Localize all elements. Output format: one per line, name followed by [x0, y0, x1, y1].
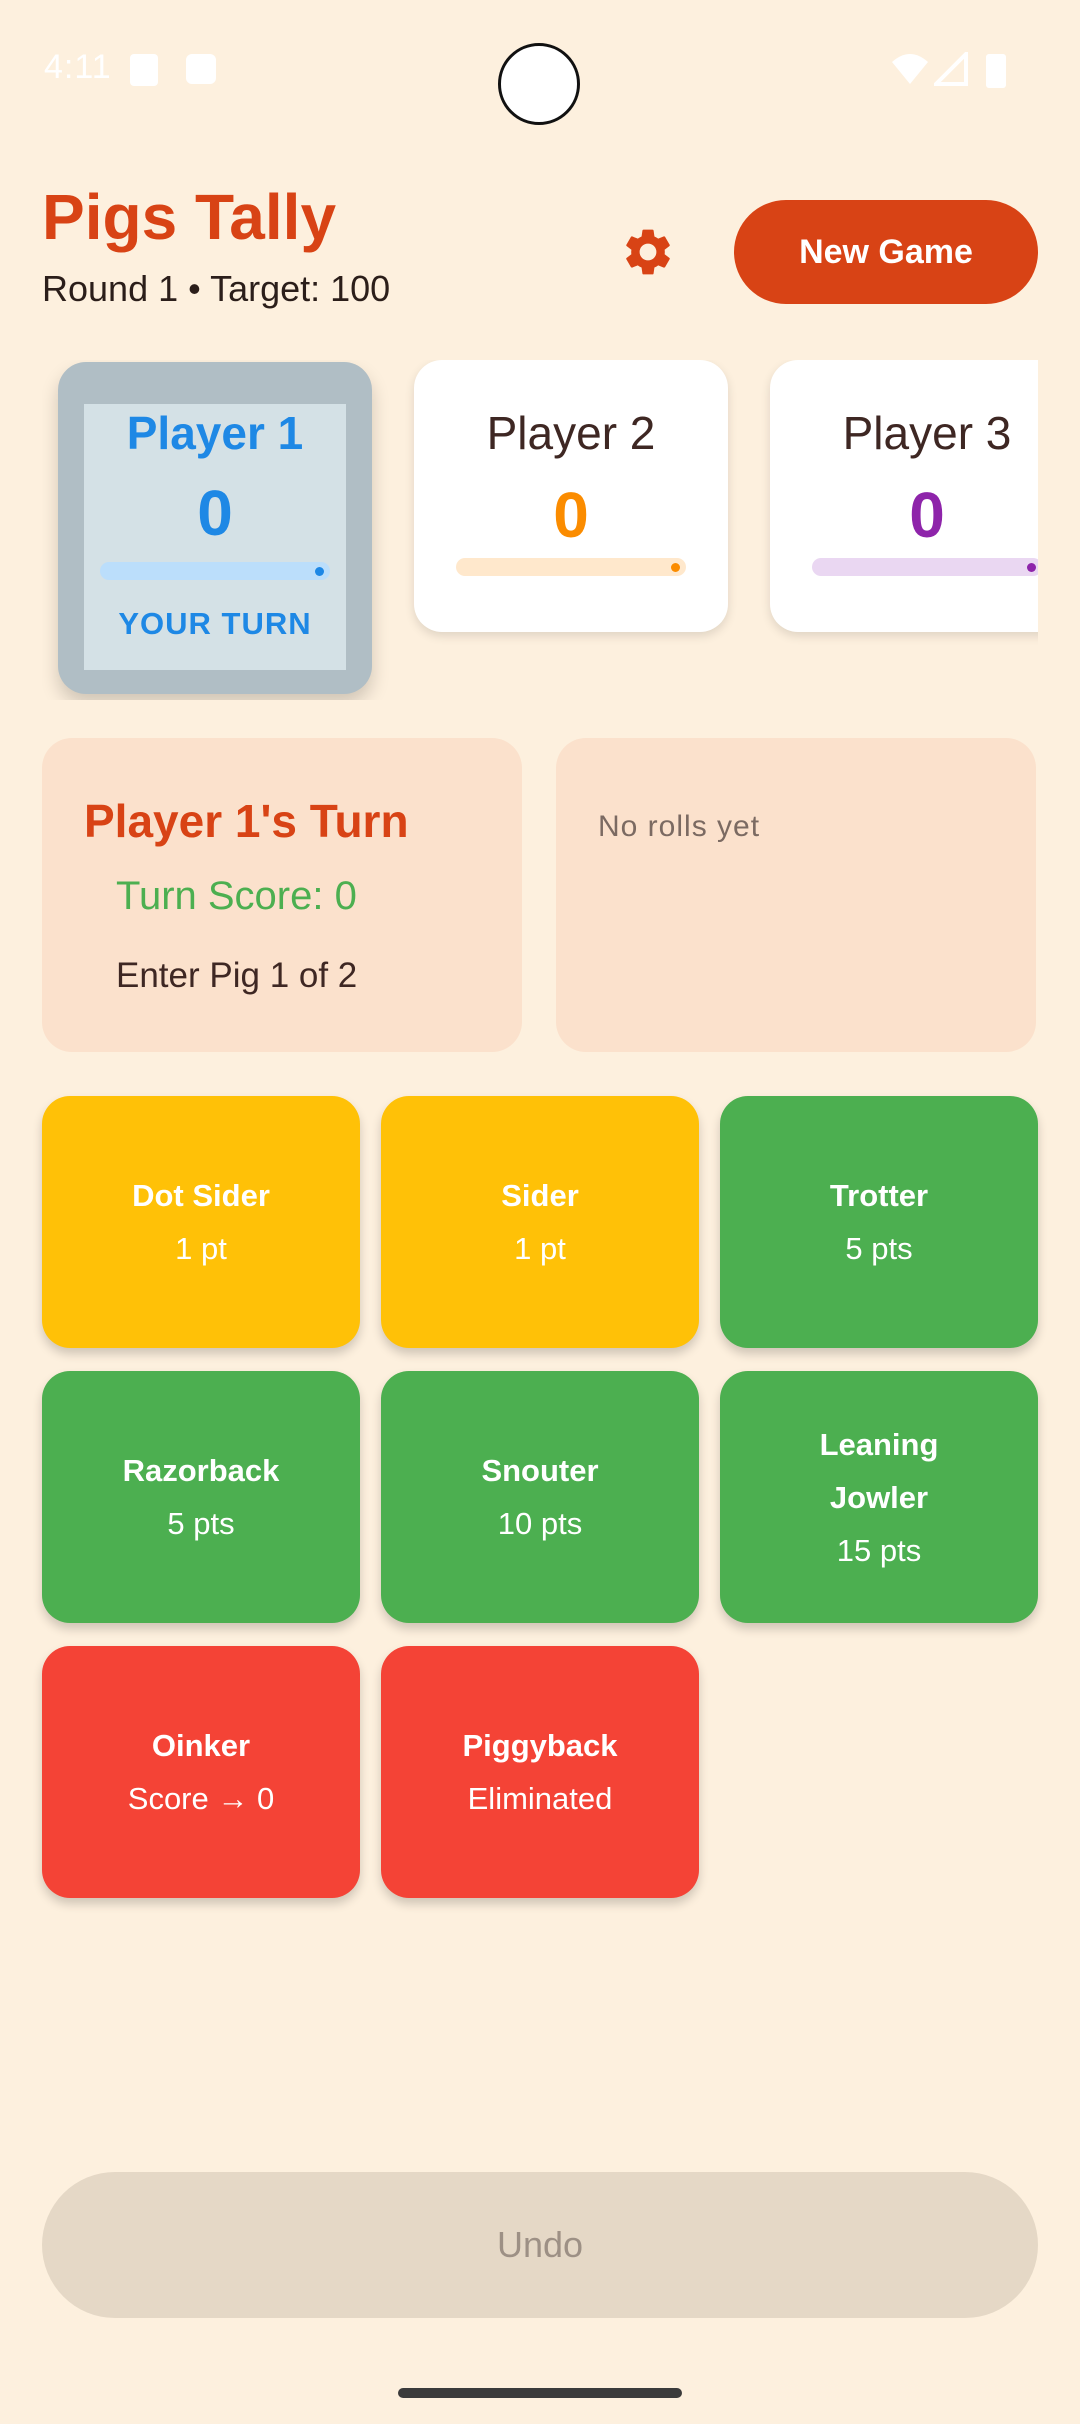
player-card-3[interactable]: Player 3 0	[770, 360, 1038, 632]
player-card-2[interactable]: Player 2 0	[414, 360, 728, 632]
roll-points: 5 pts	[167, 1506, 235, 1541]
progress-marker	[671, 563, 680, 572]
settings-gear-icon[interactable]	[620, 224, 676, 280]
turn-info-panel: Player 1's Turn Turn Score: 0 Enter Pig …	[42, 738, 522, 1052]
roll-name: Razorback	[122, 1453, 280, 1488]
roll-points: 1 pt	[175, 1231, 227, 1266]
roll-name: Piggyback	[462, 1728, 618, 1763]
roll-button-dot-sider[interactable]: Dot Sider 1 pt	[42, 1096, 360, 1348]
player-name: Player 2	[486, 407, 656, 459]
roll-button-piggyback[interactable]: Piggyback Eliminated	[381, 1646, 699, 1898]
wifi-icon	[892, 54, 928, 84]
roll-name: Oinker	[151, 1728, 251, 1763]
round-target-subtitle: Round 1 • Target: 100	[42, 268, 391, 309]
player-progress-bar	[100, 562, 330, 580]
roll-button-sider[interactable]: Sider 1 pt	[381, 1096, 699, 1348]
your-turn-label: YOUR TURN	[118, 606, 312, 641]
roll-button-snouter[interactable]: Snouter 10 pts	[381, 1371, 699, 1623]
roll-button-razorback[interactable]: Razorback 5 pts	[42, 1371, 360, 1623]
home-indicator[interactable]	[398, 2388, 682, 2398]
front-camera	[498, 43, 580, 125]
status-bar: 4:11	[0, 0, 1080, 140]
battery-icon	[986, 54, 1006, 88]
roll-points: 1 pt	[514, 1231, 566, 1266]
turn-title: Player 1's Turn	[84, 795, 409, 847]
roll-points: 15 pts	[836, 1532, 922, 1568]
roll-name-line1: Leaning	[819, 1426, 939, 1462]
progress-marker	[315, 567, 324, 576]
roll-history-panel: No rolls yet	[556, 738, 1036, 1052]
player-cards-row[interactable]: Player 1 0 YOUR TURN Player 2 0 Player 3…	[42, 360, 1038, 700]
signal-icon	[934, 52, 968, 86]
enter-pig-prompt: Enter Pig 1 of 2	[116, 956, 358, 995]
player-score: 0	[909, 479, 945, 551]
player-name: Player 1	[126, 407, 304, 459]
roll-points: 5 pts	[845, 1231, 913, 1266]
roll-name: Dot Sider	[132, 1178, 270, 1213]
roll-name: Trotter	[829, 1178, 929, 1213]
player-score: 0	[553, 479, 589, 551]
progress-marker	[1027, 563, 1036, 572]
player-score: 0	[197, 477, 233, 549]
roll-points: Eliminated	[467, 1781, 613, 1816]
status-time: 4:11	[44, 48, 112, 86]
player-name: Player 3	[842, 407, 1012, 459]
page-title: Pigs Tally	[42, 181, 337, 253]
roll-name-line2: Jowler	[829, 1479, 929, 1515]
new-game-button[interactable]: New Game	[734, 200, 1038, 304]
sim-card-icon	[130, 54, 158, 86]
roll-name: Snouter	[481, 1453, 599, 1488]
roll-button-oinker[interactable]: Oinker Score → 0	[42, 1646, 360, 1898]
player-progress-bar	[812, 558, 1038, 576]
no-rolls-text: No rolls yet	[598, 810, 761, 843]
roll-button-trotter[interactable]: Trotter 5 pts	[720, 1096, 1038, 1348]
roll-points: Score → 0	[127, 1781, 275, 1816]
player-card-1[interactable]: Player 1 0 YOUR TURN	[58, 362, 372, 694]
turn-score: Turn Score: 0	[116, 874, 357, 918]
app-notification-icon	[186, 54, 216, 84]
roll-name: Sider	[501, 1178, 579, 1213]
undo-button[interactable]: Undo	[42, 2172, 1038, 2318]
app-screen: 4:11 Pigs Tally Round 1 • Target: 100 Ne…	[0, 0, 1080, 2424]
player-progress-bar	[456, 558, 686, 576]
roll-points: 10 pts	[497, 1506, 583, 1541]
roll-button-leaning-jowler[interactable]: Leaning Jowler 15 pts	[720, 1371, 1038, 1623]
